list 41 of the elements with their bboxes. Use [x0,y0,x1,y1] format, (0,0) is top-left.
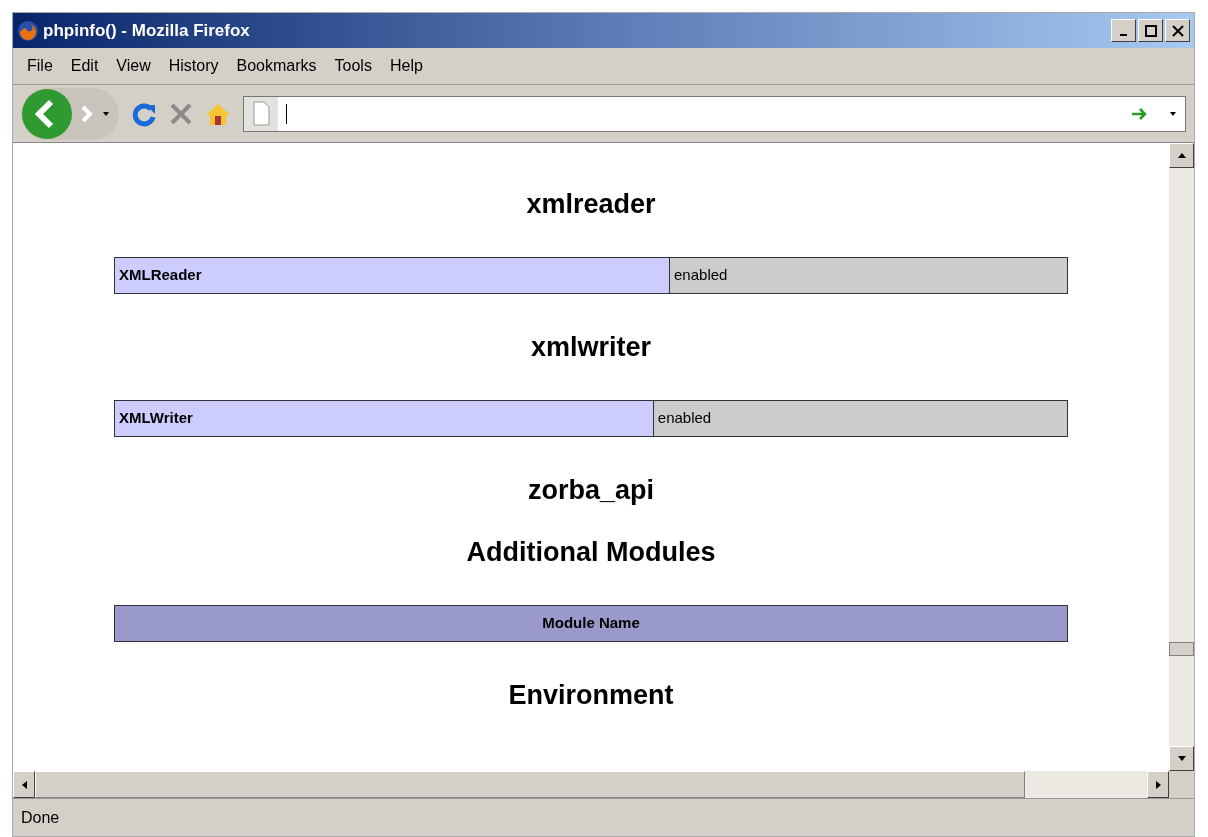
reload-icon[interactable] [131,100,157,127]
window-title: phpinfo() - Mozilla Firefox [43,19,250,42]
section-heading: zorba_api [527,476,654,504]
table-cell: XMLWriter [115,401,654,436]
vertical-scrollbar[interactable] [1169,143,1194,771]
dropdown-icon[interactable] [1169,110,1177,117]
status-text: Done [21,807,60,828]
section-heading: xmlreader [526,190,656,218]
maximize-button[interactable] [1138,19,1163,42]
stop-icon[interactable] [169,101,193,126]
page-icon [244,96,278,131]
address-field[interactable] [243,95,1186,132]
menu-item[interactable]: Bookmarks [230,54,323,78]
maximize-icon [1143,24,1158,37]
table-cell: enabled [653,401,1067,436]
go-arrow-icon[interactable] [1131,106,1149,121]
table-header: Module Name [114,605,1068,642]
table-cell: enabled [670,258,1067,293]
section-heading: Additional Modules [466,538,716,566]
menu-item[interactable]: File [21,54,59,78]
dropdown-icon[interactable] [101,109,111,118]
menu-item[interactable]: View [110,54,157,78]
home-icon[interactable] [205,101,231,126]
left-arrow-icon [21,780,27,789]
close-button[interactable] [1165,19,1190,42]
menu-item[interactable]: Edit [64,54,105,78]
back-icon[interactable] [21,87,73,140]
close-icon [1170,24,1185,37]
menu-item[interactable]: Tools [328,54,378,78]
up-arrow-icon [1177,153,1186,158]
menu-item[interactable]: History [162,54,225,78]
menu-item[interactable]: Help [383,54,429,78]
right-arrow-icon [1155,780,1161,789]
table-cell: XMLReader [115,258,670,293]
down-arrow-icon [1177,756,1186,761]
section-heading: Environment [508,681,674,709]
scrollbar-thumb[interactable] [1169,642,1194,656]
minimize-icon [1120,33,1127,36]
section-heading: xmlwriter [530,333,652,361]
horizontal-scrollbar[interactable] [13,771,1169,798]
minimize-button[interactable] [1111,19,1136,42]
